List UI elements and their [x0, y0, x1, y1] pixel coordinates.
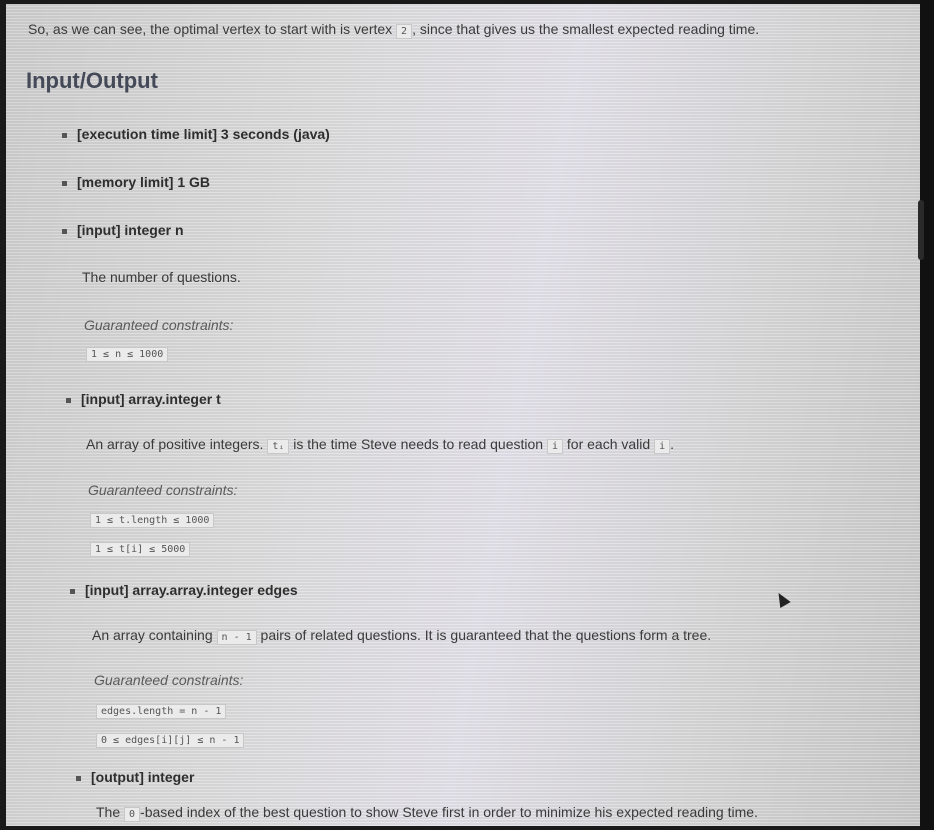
- bullet-output: [output] integer: [76, 769, 194, 785]
- edges-desc-before: An array containing: [92, 627, 217, 643]
- t-desc-code-ti: tᵢ: [267, 439, 290, 454]
- intro-after: , since that gives us the smallest expec…: [412, 21, 760, 37]
- t-description: An array of positive integers. tᵢ is the…: [86, 436, 674, 454]
- intro-before: So, as we can see, the optimal vertex to…: [28, 21, 397, 37]
- edges-desc-after: pairs of related questions. It is guaran…: [256, 627, 712, 643]
- bullet-memory-limit: [memory limit] 1 GB: [62, 174, 210, 190]
- mouse-cursor-icon: [773, 589, 791, 609]
- n-constraint-code: 1 ≤ n ≤ 1000: [86, 347, 169, 362]
- scrollbar-thumb[interactable]: [918, 200, 924, 260]
- bullet-label: [execution time limit] 3 seconds (java): [77, 126, 330, 142]
- section-title: Input/Output: [26, 68, 158, 93]
- bullet-input-edges: [input] array.array.integer edges: [70, 582, 298, 598]
- output-description: The 0 -based index of the best question t…: [96, 804, 758, 822]
- bullet-dot: [62, 132, 67, 138]
- t-constraint-code: 1 ≤ t[i] ≤ 5000: [90, 542, 191, 557]
- bullet-label: [input] array.array.integer edges: [85, 582, 298, 598]
- bullet-label: [input] integer n: [77, 222, 184, 238]
- bullet-label: [input] array.integer t: [81, 391, 221, 407]
- t-desc-code-i: i: [546, 439, 563, 454]
- t-desc-after: .: [670, 436, 674, 452]
- screen: So, as we can see, the optimal vertex to…: [6, 4, 920, 826]
- bullet-dot: [62, 180, 67, 186]
- monitor-bezel: [920, 0, 934, 830]
- output-desc-code: 0: [124, 807, 141, 822]
- output-desc-before: The: [96, 804, 125, 820]
- edges-desc-code: n - 1: [216, 630, 257, 645]
- t-desc-code-i2: i: [654, 439, 671, 454]
- t-constraint-2: 1 ≤ t[i] ≤ 5000: [90, 539, 191, 557]
- t-constraint-1: 1 ≤ t.length ≤ 1000: [90, 510, 215, 528]
- t-desc-middle: is the time Steve needs to read question: [289, 436, 547, 452]
- bullet-dot: [66, 397, 71, 403]
- edges-constraint-1: edges.length = n - 1: [96, 701, 227, 719]
- t-desc-middle2: for each valid: [563, 436, 655, 452]
- bullet-input-t: [input] array.integer t: [66, 391, 221, 407]
- edges-guaranteed-label: Guaranteed constraints:: [94, 672, 244, 688]
- bullet-dot: [62, 228, 67, 234]
- t-desc-before: An array of positive integers.: [86, 436, 268, 452]
- bullet-dot: [76, 775, 81, 781]
- bullet-label: [output] integer: [91, 769, 195, 785]
- n-constraint: 1 ≤ n ≤ 1000: [86, 344, 169, 362]
- n-description: The number of questions.: [82, 269, 241, 285]
- t-guaranteed-label: Guaranteed constraints:: [88, 482, 238, 498]
- edges-constraint-2: 0 ≤ edges[i][j] ≤ n - 1: [96, 730, 245, 748]
- bullet-dot: [70, 588, 75, 594]
- edges-constraint-code: 0 ≤ edges[i][j] ≤ n - 1: [96, 733, 245, 748]
- n-guaranteed-label: Guaranteed constraints:: [84, 317, 234, 333]
- edges-description: An array containing n - 1 pairs of relat…: [92, 627, 712, 645]
- intro-text: So, as we can see, the optimal vertex to…: [28, 21, 760, 39]
- t-constraint-code: 1 ≤ t.length ≤ 1000: [90, 513, 215, 528]
- output-desc-after: -based index of the best question to sho…: [140, 804, 758, 820]
- bullet-input-n: [input] integer n: [62, 222, 184, 238]
- bullet-time-limit: [execution time limit] 3 seconds (java): [62, 126, 330, 142]
- edges-constraint-code: edges.length = n - 1: [96, 704, 227, 719]
- intro-code: 2: [396, 24, 413, 39]
- bullet-label: [memory limit] 1 GB: [77, 174, 211, 190]
